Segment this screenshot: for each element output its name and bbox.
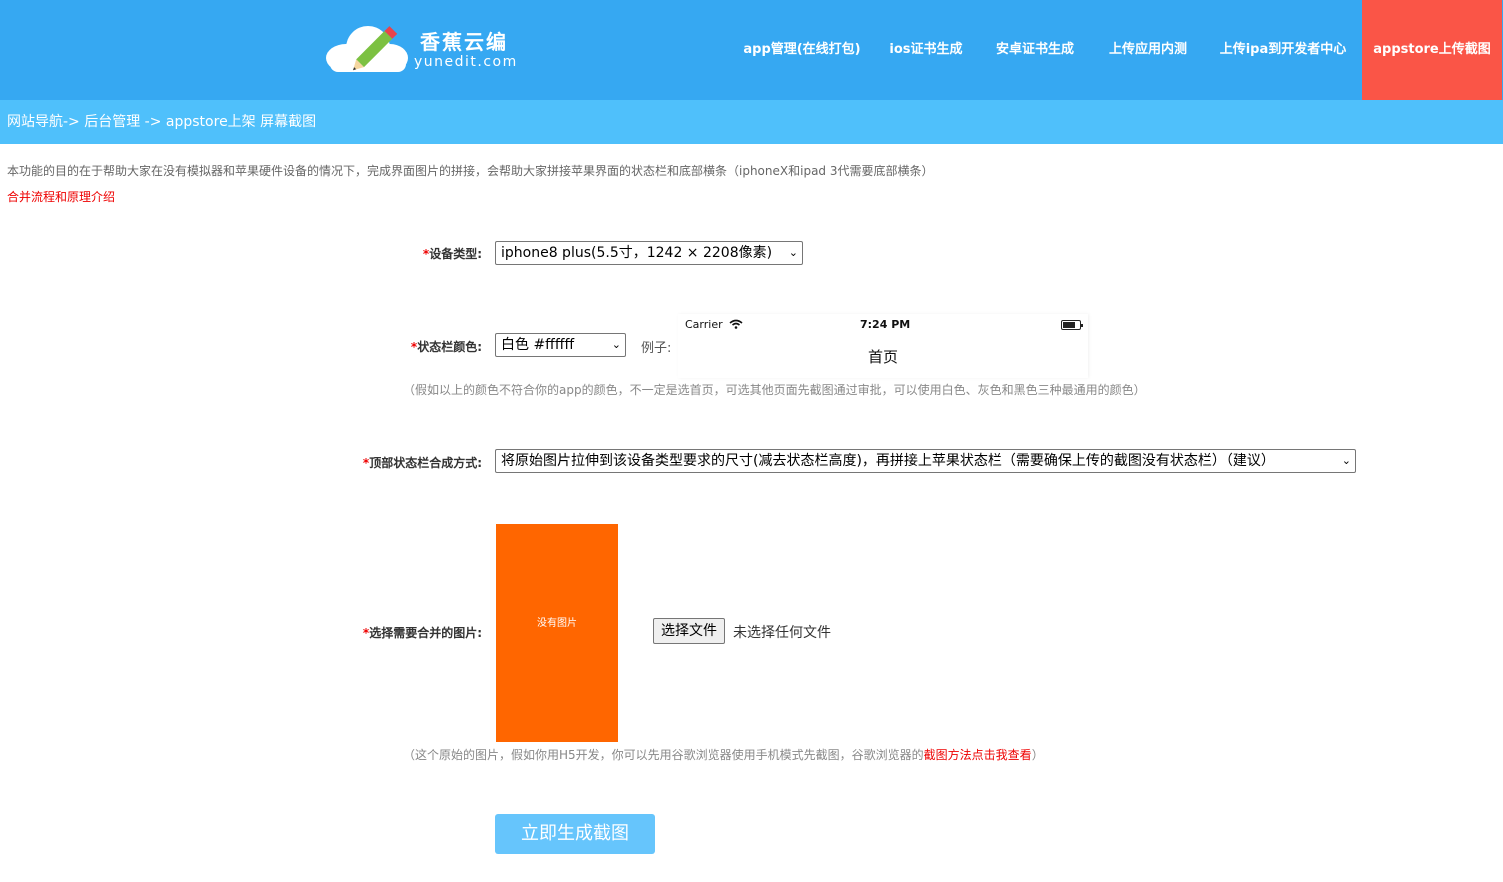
file-status-text: 未选择任何文件 <box>733 625 831 641</box>
statusbar-color-label-text: 状态栏颜色: <box>417 340 482 354</box>
nav-app-management[interactable]: app管理(在线打包) <box>730 0 874 100</box>
breadcrumb: 网站导航-> 后台管理 -> appstore上架 屏幕截图 <box>0 100 1503 144</box>
choose-file-button[interactable]: 选择文件 <box>653 618 725 644</box>
example-page-title: 首页 <box>868 348 899 366</box>
time-text: 7:24 PM <box>860 318 911 331</box>
compose-method-value: 将原始图片拉伸到该设备类型要求的尺寸(减去状态栏高度)，再拼接上苹果状态栏（需要… <box>501 453 1275 469</box>
device-type-label-text: 设备类型: <box>429 247 482 261</box>
nav-upload-ipa[interactable]: 上传ipa到开发者中心 <box>1204 0 1362 100</box>
device-type-select[interactable]: iphone8 plus(5.5寸，1242 × 2208像素) ⌄ <box>495 241 803 265</box>
site-logo[interactable]: 香蕉云编 yunedit.com <box>324 20 524 76</box>
top-header: 香蕉云编 yunedit.com app管理(在线打包) ios证书生成 安卓证… <box>0 0 1503 100</box>
statusbar-preview: Carrier 7:24 PM 首页 <box>678 314 1088 378</box>
example-label: 例子: <box>641 341 672 356</box>
wifi-icon <box>729 319 743 329</box>
chevron-down-icon: ⌄ <box>611 338 621 351</box>
compose-method-label-text: 顶部状态栏合成方式: <box>369 456 482 470</box>
statusbar-hint: （假如以上的颜色不符合你的app的颜色，不一定是选首页，可选其他页面先截图通过审… <box>403 383 1146 397</box>
image-hint-suffix: ） <box>1031 748 1044 762</box>
battery-icon <box>1061 320 1083 330</box>
image-select-label-text: 选择需要合并的图片: <box>369 626 482 640</box>
statusbar-color-value: 白色 #ffffff <box>501 337 575 353</box>
intro-link[interactable]: 合并流程和原理介绍 <box>7 188 115 205</box>
nav-android-certificate[interactable]: 安卓证书生成 <box>978 0 1092 100</box>
nav-upload-test[interactable]: 上传应用内测 <box>1092 0 1204 100</box>
intro-text: 本功能的目的在于帮助大家在没有模拟器和苹果硬件设备的情况下，完成界面图片的拼接，… <box>7 164 934 178</box>
generate-screenshot-button[interactable]: 立即生成截图 <box>495 814 655 854</box>
nav-appstore-screenshot[interactable]: appstore上传截图 <box>1362 0 1502 100</box>
chevron-down-icon: ⌄ <box>1341 454 1351 467</box>
compose-method-label: *顶部状态栏合成方式: <box>300 454 482 471</box>
logo-title: 香蕉云编 <box>420 30 508 54</box>
chevron-down-icon: ⌄ <box>788 246 798 259</box>
device-type-label: *设备类型: <box>380 245 482 262</box>
cloud-pencil-icon <box>326 26 408 72</box>
device-type-value: iphone8 plus(5.5寸，1242 × 2208像素) <box>501 245 773 261</box>
statusbar-color-label: *状态栏颜色: <box>380 338 482 355</box>
compose-method-select[interactable]: 将原始图片拉伸到该设备类型要求的尺寸(减去状态栏高度)，再拼接上苹果状态栏（需要… <box>495 449 1356 473</box>
nav-ios-certificate[interactable]: ios证书生成 <box>874 0 978 100</box>
screenshot-method-link[interactable]: 截图方法点击我查看 <box>924 748 1032 762</box>
image-hint-prefix: （这个原始的图片，假如你用H5开发，你可以先用谷歌浏览器使用手机模式先截图，谷歌… <box>403 748 924 762</box>
image-select-label: *选择需要合并的图片: <box>300 624 482 641</box>
statusbar-color-select[interactable]: 白色 #ffffff ⌄ <box>495 333 626 357</box>
image-hint: （这个原始的图片，假如你用H5开发，你可以先用谷歌浏览器使用手机模式先截图，谷歌… <box>403 746 1044 763</box>
image-placeholder: 没有图片 <box>496 524 618 742</box>
carrier-text: Carrier <box>685 318 723 331</box>
logo-subtitle: yunedit.com <box>414 54 518 70</box>
